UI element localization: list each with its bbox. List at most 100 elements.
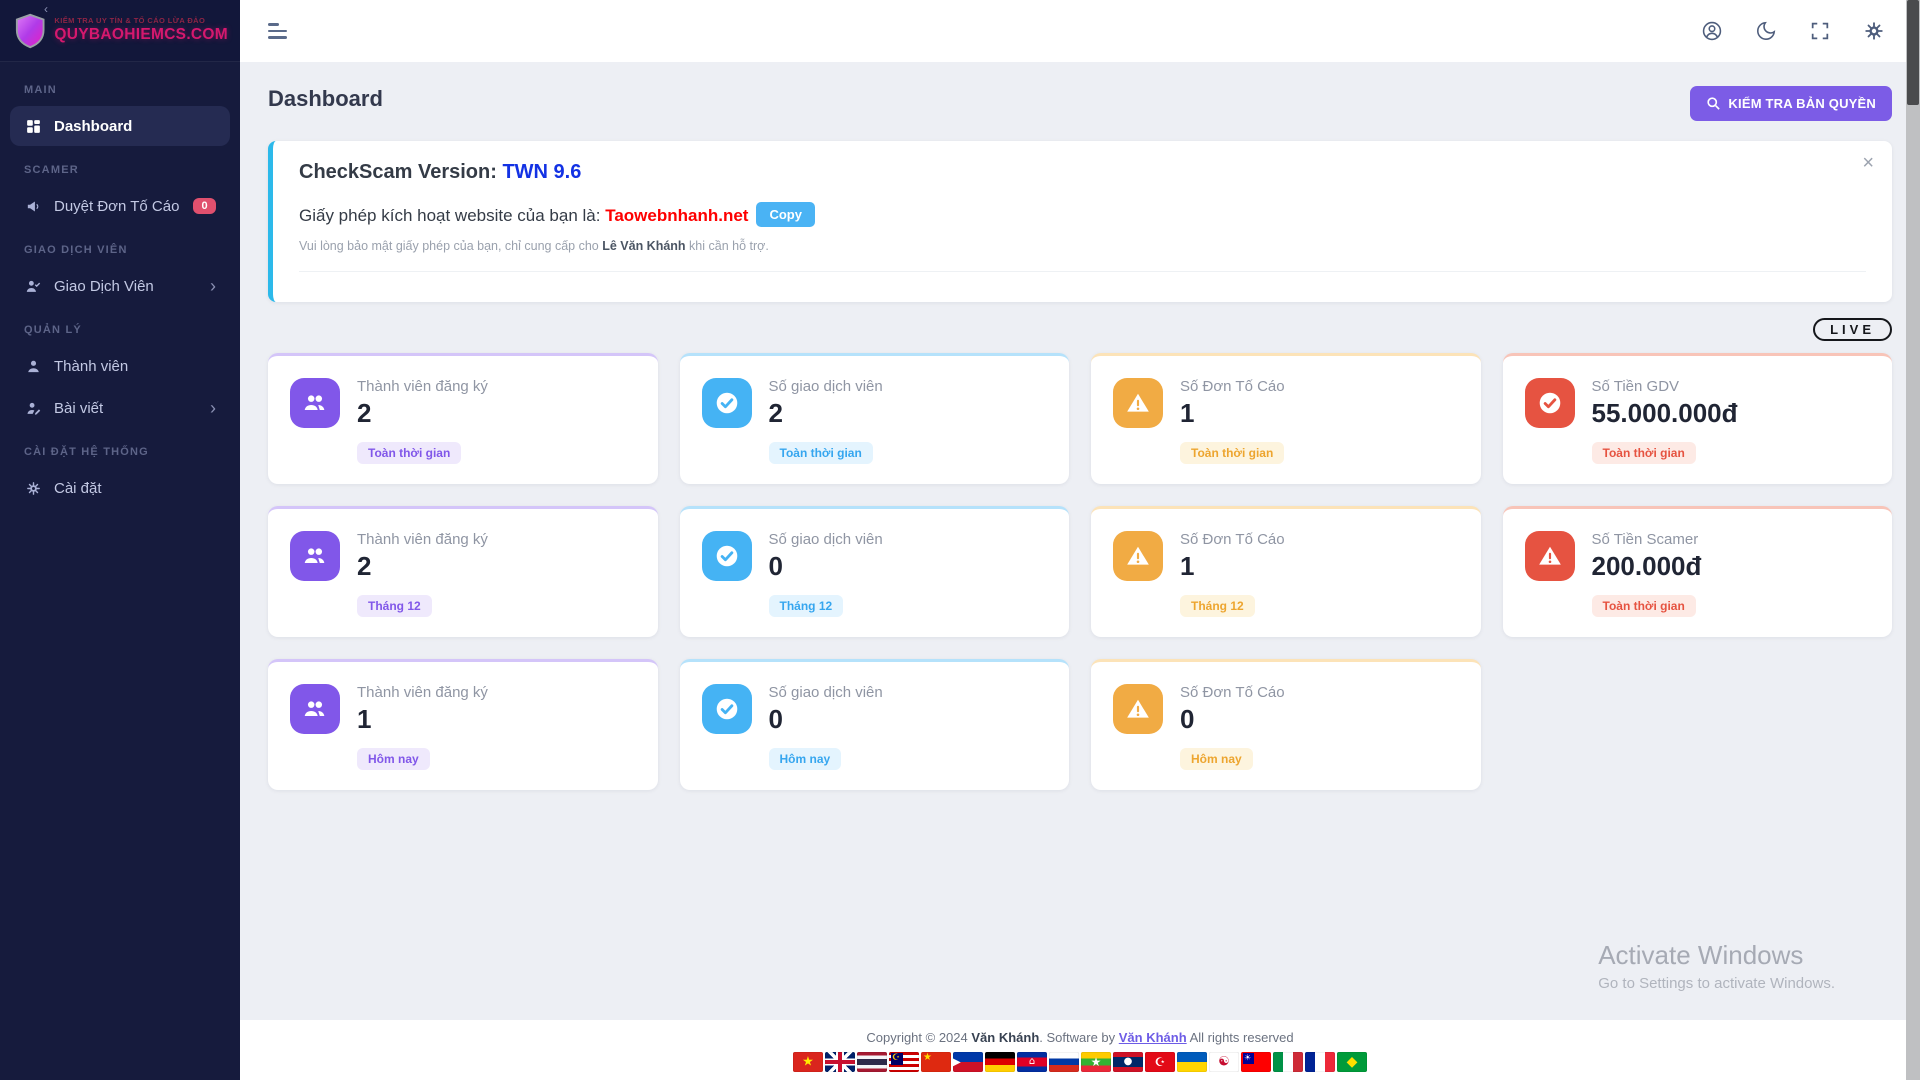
- sidebar-item-giao-dịch-viên[interactable]: Giao Dịch Viên ›: [10, 266, 230, 306]
- sidebar-item-cài-đặt[interactable]: Cài đặt: [10, 468, 230, 508]
- check-circle-icon: [702, 378, 752, 428]
- sidebar-item-label: Giao Dịch Viên: [54, 278, 154, 295]
- stat-period-badge: Toàn thời gian: [769, 442, 873, 464]
- profile-icon[interactable]: [1700, 19, 1724, 43]
- stat-label: Thành viên đăng ký: [357, 378, 488, 395]
- stat-card: Thành viên đăng ký 2 Tháng 12: [268, 506, 658, 637]
- stat-value: 2: [357, 551, 488, 582]
- check-license-button[interactable]: KIỂM TRA BẢN QUYỀN: [1690, 86, 1892, 121]
- stat-period-badge: Hôm nay: [357, 748, 430, 770]
- version-number: TWN 9.6: [502, 161, 581, 183]
- taiwan-flag[interactable]: ☀: [1241, 1052, 1271, 1072]
- sidebar-item-duyệt-đơn-tố-cáo[interactable]: Duyệt Đơn Tố Cáo 0: [10, 186, 230, 226]
- philippines-flag[interactable]: ▶: [953, 1052, 983, 1072]
- stat-value: 1: [357, 704, 488, 735]
- sidebar-item-bài-viết[interactable]: Bài viết ›: [10, 388, 230, 428]
- copy-button[interactable]: Copy: [756, 202, 815, 227]
- stat-card: Số giao dịch viên 0 Hôm nay: [680, 659, 1070, 790]
- content-area: Dashboard KIỂM TRA BẢN QUYỀN × CheckScam…: [240, 62, 1920, 1020]
- stat-value: 0: [769, 704, 883, 735]
- sidebar-section-label: CÀI ĐẶT HỆ THỐNG: [0, 430, 240, 466]
- stat-label: Số giao dịch viên: [769, 378, 883, 395]
- united-kingdom-flag[interactable]: [825, 1052, 855, 1072]
- thailand-flag[interactable]: [857, 1052, 887, 1072]
- sidebar-item-label: Dashboard: [54, 118, 132, 135]
- myanmar-flag[interactable]: ★: [1081, 1052, 1111, 1072]
- footer: Copyright © 2024 Văn Khánh. Software by …: [240, 1020, 1920, 1080]
- sidebar-item-dashboard[interactable]: Dashboard: [10, 106, 230, 146]
- laos-flag[interactable]: ●: [1113, 1052, 1143, 1072]
- stat-value: 2: [357, 398, 488, 429]
- sidebar-section-label: QUẢN LÝ: [0, 308, 240, 344]
- stat-period-badge: Tháng 12: [1180, 595, 1255, 617]
- stat-value: 0: [769, 551, 883, 582]
- logo-title: QUYBAOHIEMCS.COM: [54, 26, 228, 44]
- russia-flag[interactable]: [1049, 1052, 1079, 1072]
- stat-period-badge: Hôm nay: [769, 748, 842, 770]
- stat-card: Số Tiền Scamer 200.000đ Toàn thời gian: [1503, 506, 1893, 637]
- stat-card: Số Tiền GDV 55.000.000đ Toàn thời gian: [1503, 353, 1893, 484]
- top-navbar: [240, 0, 1920, 62]
- stat-period-badge: Tháng 12: [357, 595, 432, 617]
- stat-period-badge: Toàn thời gian: [1592, 442, 1696, 464]
- sidebar-item-label: Thành viên: [54, 358, 128, 375]
- stat-period-badge: Toàn thời gian: [357, 442, 461, 464]
- sidebar-item-label: Bài viết: [54, 400, 103, 417]
- stat-label: Số Đơn Tố Cáo: [1180, 684, 1285, 701]
- check-circle-icon: [1525, 378, 1575, 428]
- software-author-link[interactable]: Văn Khánh: [1119, 1030, 1187, 1045]
- stat-card: Số giao dịch viên 2 Toàn thời gian: [680, 353, 1070, 484]
- sidebar: ‹ KIỂM TRA UY TÍN & TỐ CÁO LỪA ĐẢO QUYBA…: [0, 0, 240, 1080]
- dark-mode-moon-icon[interactable]: [1754, 19, 1778, 43]
- sidebar-item-thành-viên[interactable]: Thành viên: [10, 346, 230, 386]
- fullscreen-icon[interactable]: [1808, 19, 1832, 43]
- license-domain: Taowebnhanh.net: [605, 206, 748, 225]
- stat-period-badge: Hôm nay: [1180, 748, 1253, 770]
- china-flag[interactable]: ★: [921, 1052, 951, 1072]
- page-title: Dashboard: [268, 86, 383, 112]
- stat-card: Số giao dịch viên 0 Tháng 12: [680, 506, 1070, 637]
- malaysia-flag[interactable]: ☪: [889, 1052, 919, 1072]
- logo-tagline: KIỂM TRA UY TÍN & TỐ CÁO LỪA ĐẢO: [54, 17, 228, 26]
- sidebar-section-label: SCAMER: [0, 148, 240, 184]
- warning-triangle-icon: [1113, 684, 1163, 734]
- stat-card: Thành viên đăng ký 2 Toàn thời gian: [268, 353, 658, 484]
- check-circle-icon: [702, 684, 752, 734]
- vietnam-flag[interactable]: ★: [793, 1052, 823, 1072]
- user-icon: [24, 357, 42, 375]
- close-icon[interactable]: ×: [1862, 153, 1874, 173]
- italy-flag[interactable]: [1273, 1052, 1303, 1072]
- page-scrollbar[interactable]: [1906, 0, 1920, 1080]
- live-badge: LIVE: [1813, 318, 1892, 341]
- sidebar-item-label: Duyệt Đơn Tố Cáo: [54, 198, 179, 215]
- settings-gear-icon[interactable]: [1862, 19, 1886, 43]
- scrollbar-thumb[interactable]: [1907, 0, 1919, 105]
- stat-period-badge: Toàn thời gian: [1180, 442, 1284, 464]
- dashboard-grid-icon: [24, 117, 42, 135]
- stat-label: Thành viên đăng ký: [357, 531, 488, 548]
- stat-period-badge: Toàn thời gian: [1592, 595, 1696, 617]
- turkey-flag[interactable]: ☪: [1145, 1052, 1175, 1072]
- sidebar-section-label: GIAO DỊCH VIÊN: [0, 228, 240, 264]
- users-icon: [290, 531, 340, 581]
- stat-period-badge: Tháng 12: [769, 595, 844, 617]
- stat-label: Số giao dịch viên: [769, 684, 883, 701]
- cambodia-flag[interactable]: ⌂: [1017, 1052, 1047, 1072]
- stat-label: Số Đơn Tố Cáo: [1180, 531, 1285, 548]
- gear-icon: [24, 479, 42, 497]
- france-flag[interactable]: [1305, 1052, 1335, 1072]
- license-line: Giấy phép kích hoạt website của bạn là: …: [299, 202, 1866, 227]
- logo[interactable]: ‹ KIỂM TRA UY TÍN & TỐ CÁO LỪA ĐẢO QUYBA…: [0, 0, 240, 62]
- south-korea-flag[interactable]: ☯: [1209, 1052, 1239, 1072]
- count-badge: 0: [193, 198, 215, 214]
- sidebar-collapse-icon[interactable]: ‹: [44, 2, 48, 16]
- hamburger-menu-icon[interactable]: [268, 23, 287, 39]
- language-flags: ★☪★▶⌂★●☪☯☀◆: [240, 1052, 1920, 1072]
- germany-flag[interactable]: [985, 1052, 1015, 1072]
- brazil-flag[interactable]: ◆: [1337, 1052, 1367, 1072]
- ukraine-flag[interactable]: [1177, 1052, 1207, 1072]
- stat-label: Số Đơn Tố Cáo: [1180, 378, 1285, 395]
- support-name: Lê Văn Khánh: [602, 239, 685, 253]
- main-area: Dashboard KIỂM TRA BẢN QUYỀN × CheckScam…: [240, 0, 1920, 1080]
- sidebar-nav: MAIN Dashboard SCAMER Duyệt Đơn Tố Cáo 0…: [0, 62, 240, 510]
